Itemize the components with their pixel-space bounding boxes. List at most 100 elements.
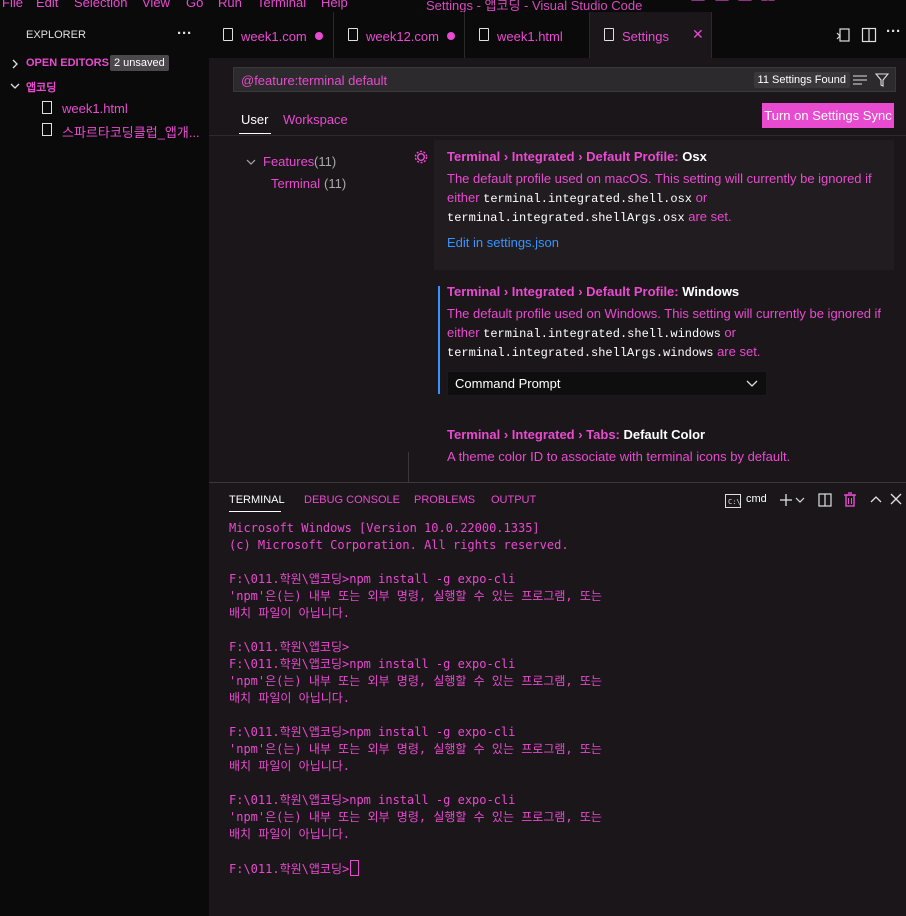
terminal-output[interactable]: Microsoft Windows [Version 10.0.22000.13… <box>229 520 602 878</box>
tab-week1-com[interactable]: week1.com <box>209 12 334 58</box>
close-window-icon[interactable] <box>886 0 900 8</box>
tab-workspace-settings[interactable]: Workspace <box>283 112 348 127</box>
terminal-text: Microsoft Windows [Version 10.0.22000.13… <box>229 521 602 876</box>
toggle-panel-icon[interactable] <box>715 0 729 8</box>
tree-guide-line <box>408 452 409 482</box>
tab-label: week1.html <box>497 29 563 44</box>
chevron-down-icon[interactable] <box>795 497 805 505</box>
open-settings-json-icon[interactable] <box>836 27 852 43</box>
description-text: are set. <box>713 344 761 359</box>
unsaved-dot-icon[interactable] <box>447 32 455 40</box>
setting-default-profile-windows: Terminal › Integrated › Default Profile:… <box>447 284 887 396</box>
tab-label: Settings <box>622 29 669 44</box>
file-item-sparta[interactable]: 스파르타코딩클럽_앱개... <box>0 120 209 141</box>
file-icon <box>479 28 489 41</box>
chevron-down-icon <box>746 380 758 387</box>
settings-sync-button[interactable]: Turn on Settings Sync <box>762 103 894 128</box>
setting-category: Terminal › Integrated › Default Profile: <box>447 284 683 299</box>
tab-settings[interactable]: Settings ✕ <box>590 12 712 58</box>
explorer-header: EXPLORER <box>26 29 86 41</box>
close-panel-icon[interactable] <box>890 493 902 505</box>
tab-week12-com[interactable]: week12.com <box>334 12 465 58</box>
setting-name: Osx <box>682 149 707 164</box>
menu-terminal[interactable]: Terminal <box>257 0 306 10</box>
settings-search-input[interactable]: @feature:terminal default 11 Settings Fo… <box>233 67 896 92</box>
file-item-week1-html[interactable]: week1.html <box>0 98 209 119</box>
setting-description: The default profile used on macOS. This … <box>447 170 887 228</box>
menu-view[interactable]: View <box>142 0 170 10</box>
setting-title: Terminal › Integrated › Default Profile:… <box>447 149 887 164</box>
setting-name: Default Color <box>623 427 706 442</box>
search-value: @feature:terminal default <box>241 73 388 88</box>
new-terminal-icon[interactable] <box>779 493 793 507</box>
menu-go[interactable]: Go <box>186 0 203 10</box>
settings-found-badge: 11 Settings Found <box>753 72 850 88</box>
terminal-cursor <box>350 860 360 876</box>
divider <box>209 135 906 136</box>
setting-focus-indicator <box>438 286 440 394</box>
toggle-primary-sidebar-icon[interactable] <box>691 0 705 8</box>
panel-tab-output[interactable]: OUTPUT <box>491 494 536 506</box>
toc-features[interactable]: Features (11) <box>243 154 383 172</box>
file-icon <box>42 123 52 136</box>
description-text: or <box>720 324 736 340</box>
more-actions-icon[interactable]: ··· <box>886 23 901 40</box>
tab-label: week1.com <box>241 29 307 44</box>
select-value: Command Prompt <box>455 375 561 391</box>
maximize-panel-icon[interactable] <box>870 495 882 503</box>
toc-terminal-label: Terminal <box>271 176 321 191</box>
menu-help[interactable]: Help <box>321 0 348 10</box>
tab-label: week12.com <box>366 29 439 44</box>
file-icon <box>348 28 358 41</box>
panel-tab-debug-console[interactable]: DEBUG CONSOLE <box>304 494 400 506</box>
maximize-icon[interactable] <box>842 0 856 8</box>
code-ref: terminal.integrated.shell.windows <box>483 326 721 341</box>
customize-layout-icon[interactable] <box>761 0 775 8</box>
settings-editor: @feature:terminal default 11 Settings Fo… <box>209 58 906 482</box>
file-icon <box>223 28 233 41</box>
filter-icon[interactable] <box>875 73 889 87</box>
description-text: or <box>691 189 708 205</box>
menu-selection[interactable]: Selection <box>74 0 127 10</box>
clear-filter-icon[interactable] <box>852 73 868 87</box>
gear-icon[interactable] <box>414 150 428 164</box>
toggle-secondary-sidebar-icon[interactable] <box>738 0 752 8</box>
chevron-down-icon <box>10 83 20 89</box>
file-name: week1.html <box>62 101 128 116</box>
active-panel-tab-indicator <box>229 511 281 512</box>
setting-tabs-default-color: Terminal › Integrated › Tabs: Default Co… <box>447 427 887 467</box>
editor-tab-bar: week1.com week12.com week1.html Settings… <box>209 12 906 58</box>
window-title: Settings - 앱코딩 - Visual Studio Code <box>426 0 643 12</box>
menu-file[interactable]: File <box>2 0 23 10</box>
menu-edit[interactable]: Edit <box>36 0 58 10</box>
panel-tab-problems[interactable]: PROBLEMS <box>414 494 475 506</box>
terminal-shell-name[interactable]: cmd <box>746 493 767 505</box>
setting-category: Terminal › Integrated › Tabs: <box>447 427 624 442</box>
open-editors-label: OPEN EDITORS <box>26 57 109 69</box>
open-editors-section[interactable]: OPEN EDITORS 2 unsaved <box>0 54 209 74</box>
toc-terminal[interactable]: Terminal (11) <box>269 176 379 194</box>
trash-icon[interactable] <box>843 492 857 507</box>
setting-category: Terminal › Integrated › Default Profile: <box>447 149 683 164</box>
folder-row[interactable]: 앱코딩 <box>0 76 209 96</box>
minimize-icon[interactable] <box>796 0 810 8</box>
more-actions-icon[interactable]: ··· <box>177 25 192 42</box>
menu-run[interactable]: Run <box>218 0 242 10</box>
split-editor-icon[interactable] <box>861 27 877 43</box>
default-profile-windows-select[interactable]: Command Prompt <box>447 370 767 396</box>
panel-tab-terminal[interactable]: TERMINAL <box>229 494 285 506</box>
split-terminal-icon[interactable] <box>818 493 832 507</box>
unsaved-badge: 2 unsaved <box>110 55 169 71</box>
tab-week1-html[interactable]: week1.html <box>465 12 590 58</box>
unsaved-dot-icon[interactable] <box>315 32 323 40</box>
description-text: are set. <box>684 209 732 224</box>
setting-name: Windows <box>682 284 740 299</box>
code-ref: terminal.integrated.shellArgs.windows <box>447 346 714 360</box>
edit-in-settings-json-link[interactable]: Edit in settings.json <box>447 235 887 250</box>
tab-user-settings[interactable]: User <box>241 112 268 127</box>
close-tab-icon[interactable]: ✕ <box>692 26 704 43</box>
settings-file-icon <box>604 28 614 41</box>
code-ref: terminal.integrated.shell.osx <box>483 191 692 206</box>
active-scope-indicator <box>239 133 271 134</box>
bottom-panel: TERMINAL DEBUG CONSOLE PROBLEMS OUTPUT C… <box>209 482 906 916</box>
